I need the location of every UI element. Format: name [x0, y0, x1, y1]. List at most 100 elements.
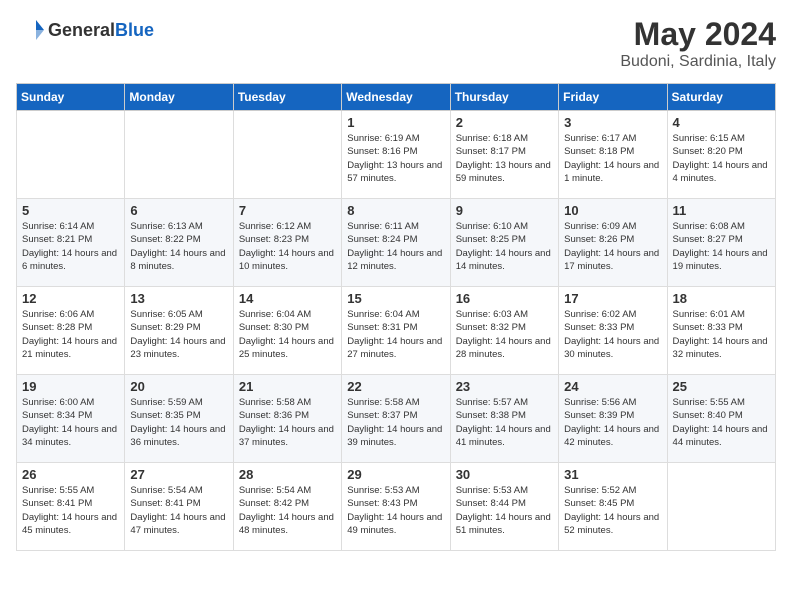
cell-text: Sunrise: 6:04 AM Sunset: 8:30 PM Dayligh… — [239, 308, 336, 361]
calendar-cell: 21Sunrise: 5:58 AM Sunset: 8:36 PM Dayli… — [233, 375, 341, 463]
day-number: 22 — [347, 379, 444, 394]
cell-text: Sunrise: 6:06 AM Sunset: 8:28 PM Dayligh… — [22, 308, 119, 361]
logo-icon — [16, 16, 44, 44]
calendar-cell: 10Sunrise: 6:09 AM Sunset: 8:26 PM Dayli… — [559, 199, 667, 287]
calendar-cell: 29 Sunrise: 5:53 AM Sunset: 8:43 PM Dayli… — [342, 463, 450, 551]
calendar-cell: 18 Sunrise: 6:01 AM Sunset: 8:33 PM Dayli… — [667, 287, 775, 375]
calendar-cell: 3Sunrise: 6:17 AM Sunset: 8:18 PM Daylig… — [559, 111, 667, 199]
logo: GeneralBlue — [16, 16, 154, 44]
cell-text: Sunrise: 6:00 AM Sunset: 8:34 PM Dayligh… — [22, 396, 119, 449]
calendar-cell: 20Sunrise: 5:59 AM Sunset: 8:35 PM Dayli… — [125, 375, 233, 463]
cell-text: Sunrise: 5:55 AM Sunset: 8:40 PM Dayligh… — [673, 396, 770, 449]
month-title: May 2024 — [620, 16, 776, 53]
day-number: 12 — [22, 291, 119, 306]
day-number: 14 — [239, 291, 336, 306]
cell-text: Sunrise: 5:57 AM Sunset: 8:38 PM Dayligh… — [456, 396, 553, 449]
calendar-cell: 8Sunrise: 6:11 AM Sunset: 8:24 PM Daylig… — [342, 199, 450, 287]
calendar-cell: 17 Sunrise: 6:02 AM Sunset: 8:33 PM Dayli… — [559, 287, 667, 375]
day-number: 3 — [564, 115, 661, 130]
calendar-cell: 22 Sunrise: 5:58 AM Sunset: 8:37 PM Dayli… — [342, 375, 450, 463]
title-area: May 2024 Budoni, Sardinia, Italy — [620, 16, 776, 71]
calendar-cell: 27 Sunrise: 5:54 AM Sunset: 8:41 PM Dayli… — [125, 463, 233, 551]
calendar-cell — [667, 463, 775, 551]
calendar-cell: 12 Sunrise: 6:06 AM Sunset: 8:28 PM Dayli… — [17, 287, 125, 375]
calendar-cell — [125, 111, 233, 199]
day-number: 11 — [673, 203, 770, 218]
day-number: 31 — [564, 467, 661, 482]
calendar-cell: 23 Sunrise: 5:57 AM Sunset: 8:38 PM Dayli… — [450, 375, 558, 463]
calendar-cell: 19 Sunrise: 6:00 AM Sunset: 8:34 PM Dayli… — [17, 375, 125, 463]
calendar-cell: 25 Sunrise: 5:55 AM Sunset: 8:40 PM Dayli… — [667, 375, 775, 463]
calendar-cell: 2 Sunrise: 6:18 AM Sunset: 8:17 PM Daylig… — [450, 111, 558, 199]
header: GeneralBlue May 2024 Budoni, Sardinia, I… — [16, 16, 776, 71]
cell-text: Sunrise: 6:02 AM Sunset: 8:33 PM Dayligh… — [564, 308, 661, 361]
day-number: 2 — [456, 115, 553, 130]
day-header-thursday: Thursday — [450, 84, 558, 111]
cell-text: Sunrise: 5:53 AM Sunset: 8:43 PM Dayligh… — [347, 484, 444, 537]
calendar-cell: 5 Sunrise: 6:14 AM Sunset: 8:21 PM Daylig… — [17, 199, 125, 287]
cell-text: Sunrise: 6:12 AM Sunset: 8:23 PM Dayligh… — [239, 220, 336, 273]
calendar-cell: 14 Sunrise: 6:04 AM Sunset: 8:30 PM Dayli… — [233, 287, 341, 375]
cell-text: Sunrise: 6:08 AM Sunset: 8:27 PM Dayligh… — [673, 220, 770, 273]
calendar-cell: 16Sunrise: 6:03 AM Sunset: 8:32 PM Dayli… — [450, 287, 558, 375]
week-row-3: 12 Sunrise: 6:06 AM Sunset: 8:28 PM Dayli… — [17, 287, 776, 375]
day-number: 19 — [22, 379, 119, 394]
day-header-wednesday: Wednesday — [342, 84, 450, 111]
day-number: 25 — [673, 379, 770, 394]
cell-text: Sunrise: 6:04 AM Sunset: 8:31 PM Dayligh… — [347, 308, 444, 361]
cell-text: Sunrise: 5:54 AM Sunset: 8:42 PM Dayligh… — [239, 484, 336, 537]
calendar-cell: 6Sunrise: 6:13 AM Sunset: 8:22 PM Daylig… — [125, 199, 233, 287]
day-header-friday: Friday — [559, 84, 667, 111]
cell-text: Sunrise: 6:01 AM Sunset: 8:33 PM Dayligh… — [673, 308, 770, 361]
day-number: 30 — [456, 467, 553, 482]
day-number: 23 — [456, 379, 553, 394]
calendar-cell: 31 Sunrise: 5:52 AM Sunset: 8:45 PM Dayli… — [559, 463, 667, 551]
cell-text: Sunrise: 5:52 AM Sunset: 8:45 PM Dayligh… — [564, 484, 661, 537]
day-number: 21 — [239, 379, 336, 394]
day-number: 15 — [347, 291, 444, 306]
calendar-cell — [17, 111, 125, 199]
week-row-5: 26 Sunrise: 5:55 AM Sunset: 8:41 PM Dayli… — [17, 463, 776, 551]
cell-text: Sunrise: 5:53 AM Sunset: 8:44 PM Dayligh… — [456, 484, 553, 537]
cell-text: Sunrise: 5:59 AM Sunset: 8:35 PM Dayligh… — [130, 396, 227, 449]
calendar-cell: 13Sunrise: 6:05 AM Sunset: 8:29 PM Dayli… — [125, 287, 233, 375]
day-number: 5 — [22, 203, 119, 218]
week-row-4: 19 Sunrise: 6:00 AM Sunset: 8:34 PM Dayli… — [17, 375, 776, 463]
location-title: Budoni, Sardinia, Italy — [620, 53, 776, 71]
day-number: 26 — [22, 467, 119, 482]
calendar-table: SundayMondayTuesdayWednesdayThursdayFrid… — [16, 83, 776, 551]
cell-text: Sunrise: 5:54 AM Sunset: 8:41 PM Dayligh… — [130, 484, 227, 537]
calendar-cell: 24Sunrise: 5:56 AM Sunset: 8:39 PM Dayli… — [559, 375, 667, 463]
day-header-sunday: Sunday — [17, 84, 125, 111]
day-number: 18 — [673, 291, 770, 306]
day-header-tuesday: Tuesday — [233, 84, 341, 111]
calendar-cell: 1Sunrise: 6:19 AM Sunset: 8:16 PM Daylig… — [342, 111, 450, 199]
week-row-2: 5 Sunrise: 6:14 AM Sunset: 8:21 PM Daylig… — [17, 199, 776, 287]
day-number: 28 — [239, 467, 336, 482]
cell-text: Sunrise: 6:14 AM Sunset: 8:21 PM Dayligh… — [22, 220, 119, 273]
day-number: 27 — [130, 467, 227, 482]
cell-text: Sunrise: 6:18 AM Sunset: 8:17 PM Dayligh… — [456, 132, 553, 185]
day-number: 1 — [347, 115, 444, 130]
cell-text: Sunrise: 6:10 AM Sunset: 8:25 PM Dayligh… — [456, 220, 553, 273]
day-number: 17 — [564, 291, 661, 306]
calendar-cell — [233, 111, 341, 199]
cell-text: Sunrise: 6:13 AM Sunset: 8:22 PM Dayligh… — [130, 220, 227, 273]
day-header-monday: Monday — [125, 84, 233, 111]
day-number: 16 — [456, 291, 553, 306]
day-header-row: SundayMondayTuesdayWednesdayThursdayFrid… — [17, 84, 776, 111]
calendar-cell: 4Sunrise: 6:15 AM Sunset: 8:20 PM Daylig… — [667, 111, 775, 199]
calendar-cell: 26 Sunrise: 5:55 AM Sunset: 8:41 PM Dayli… — [17, 463, 125, 551]
cell-text: Sunrise: 6:05 AM Sunset: 8:29 PM Dayligh… — [130, 308, 227, 361]
day-number: 9 — [456, 203, 553, 218]
day-number: 29 — [347, 467, 444, 482]
day-number: 24 — [564, 379, 661, 394]
calendar-cell: 11 Sunrise: 6:08 AM Sunset: 8:27 PM Dayli… — [667, 199, 775, 287]
cell-text: Sunrise: 5:55 AM Sunset: 8:41 PM Dayligh… — [22, 484, 119, 537]
calendar-cell: 28 Sunrise: 5:54 AM Sunset: 8:42 PM Dayli… — [233, 463, 341, 551]
day-number: 10 — [564, 203, 661, 218]
day-number: 7 — [239, 203, 336, 218]
cell-text: Sunrise: 5:58 AM Sunset: 8:37 PM Dayligh… — [347, 396, 444, 449]
logo-text: GeneralBlue — [48, 20, 154, 41]
calendar-cell: 9 Sunrise: 6:10 AM Sunset: 8:25 PM Daylig… — [450, 199, 558, 287]
